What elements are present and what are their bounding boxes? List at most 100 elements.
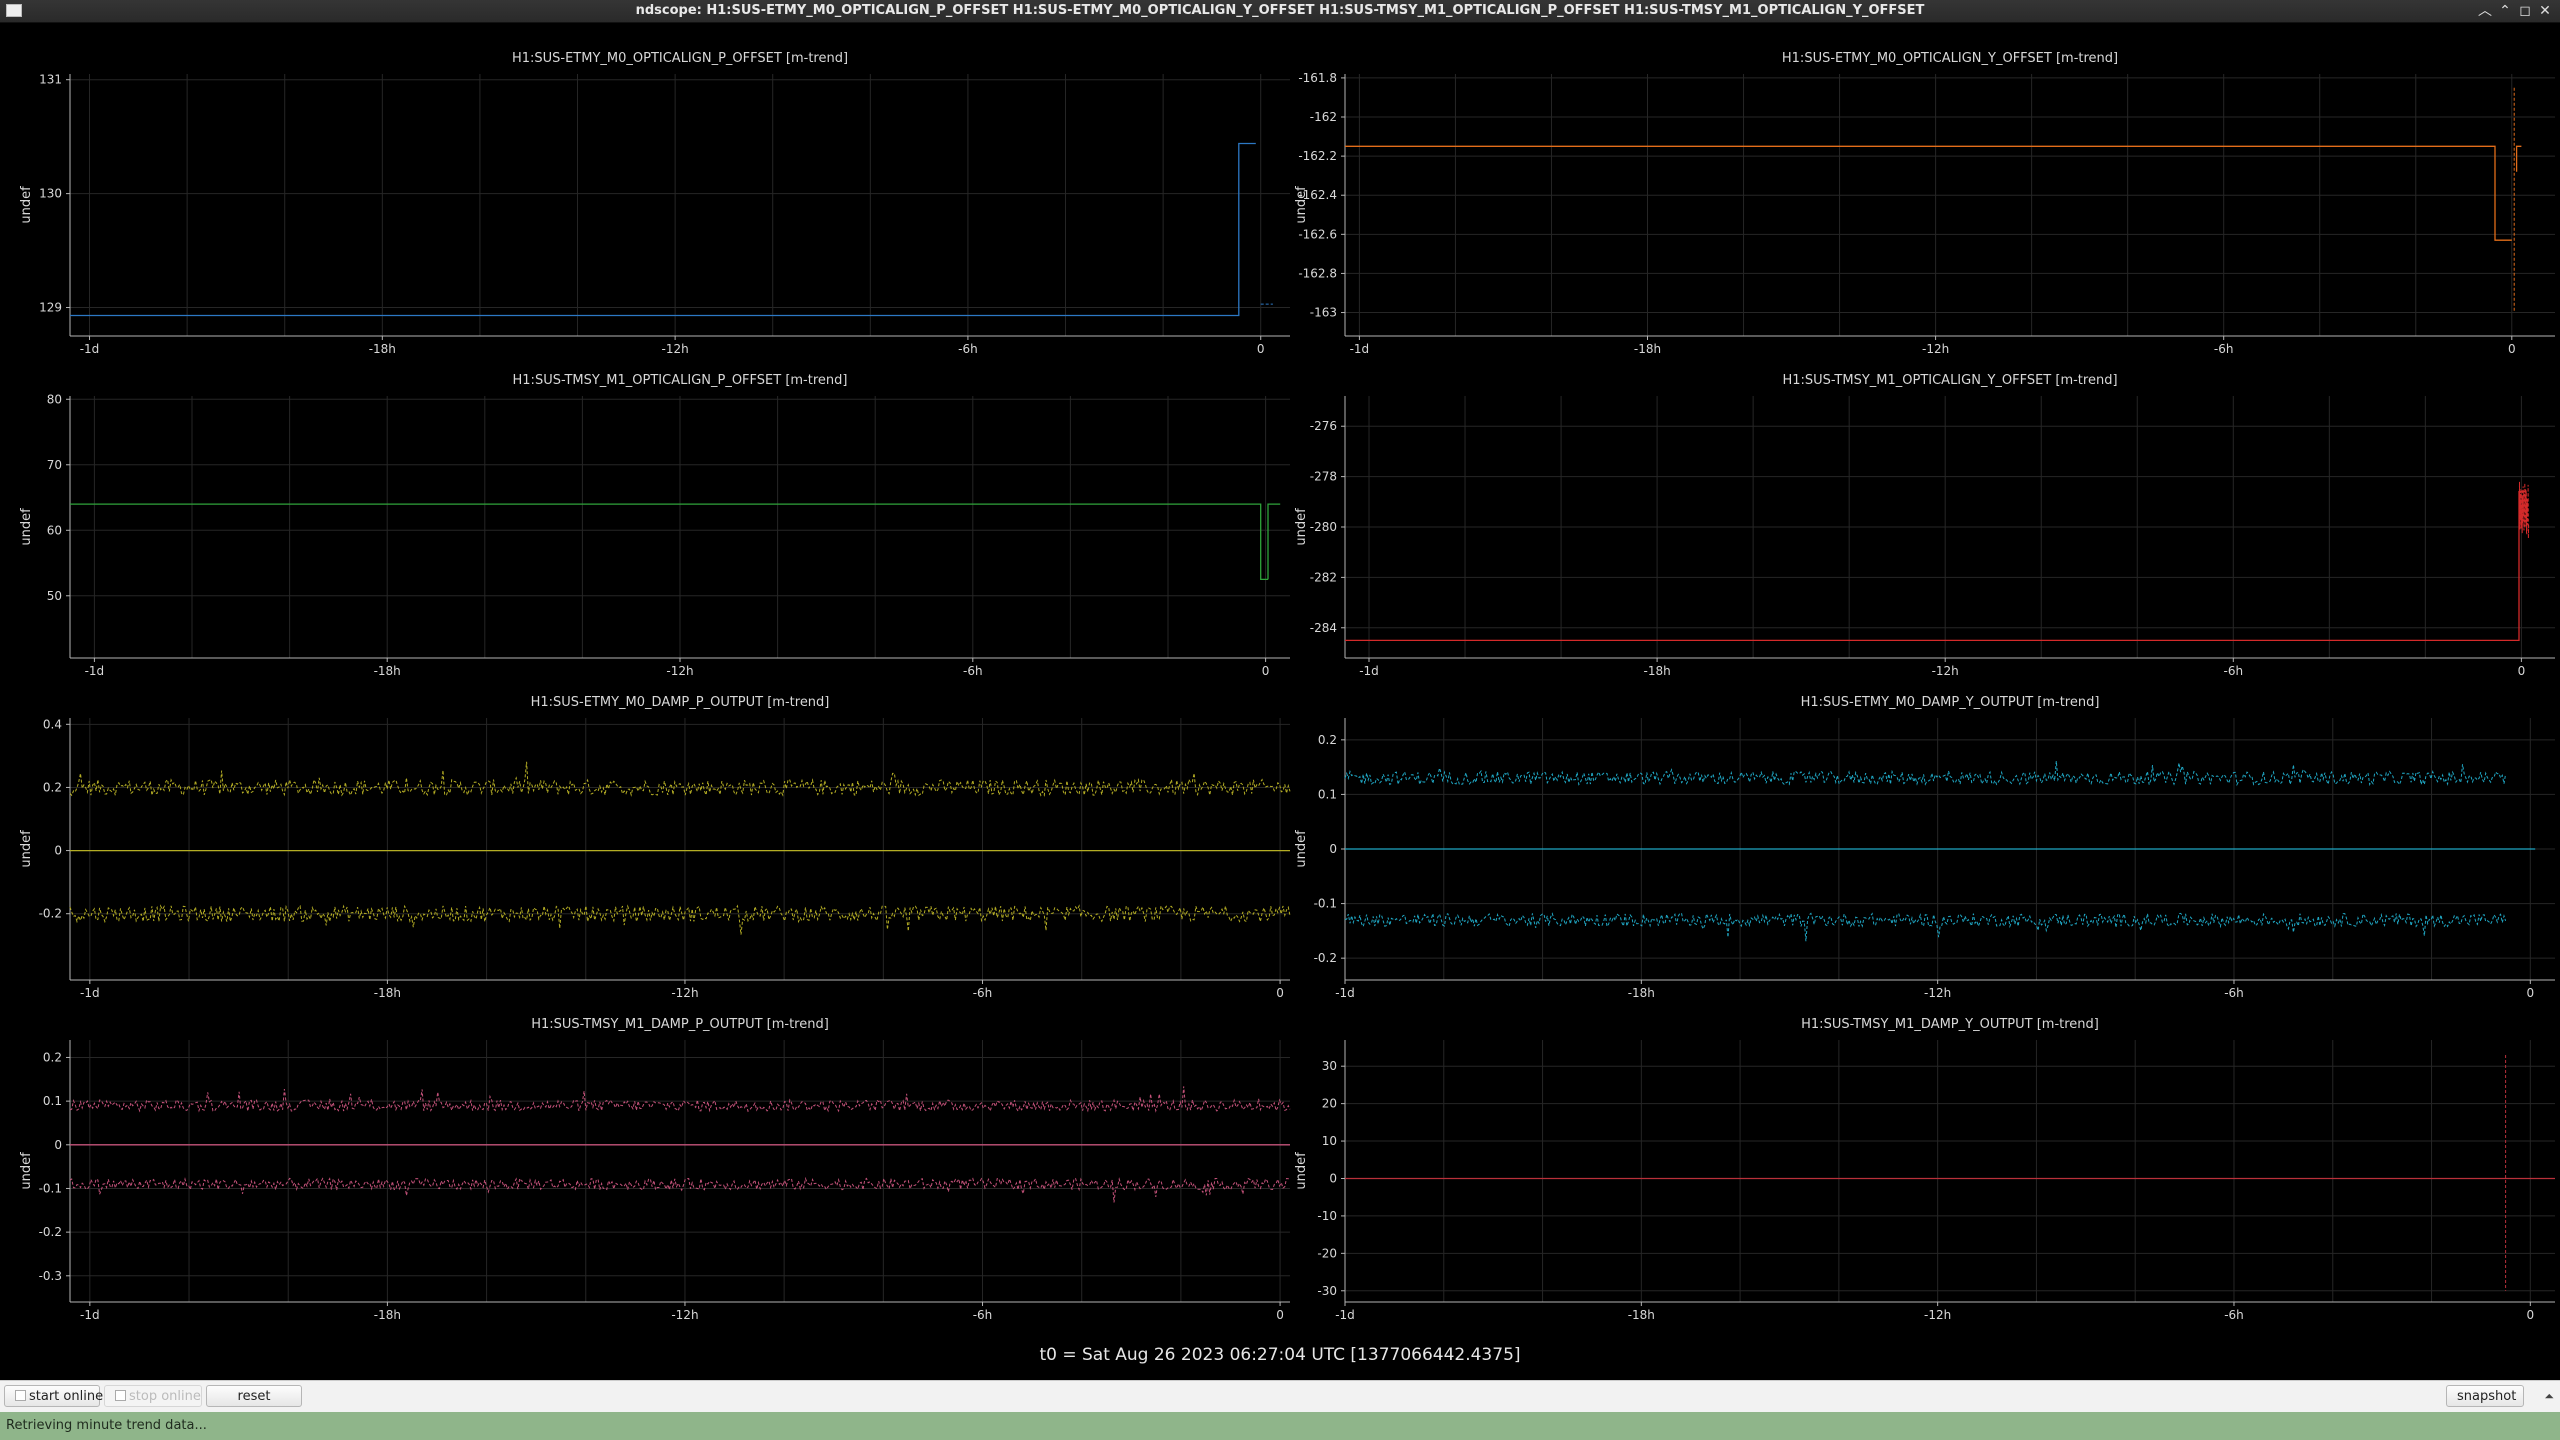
y-tick-label: 0 (54, 1138, 62, 1152)
y-tick-label: 0.4 (43, 717, 62, 731)
plot-title: H1:SUS-ETMY_M0_OPTICALIGN_P_OFFSET [m-tr… (512, 51, 848, 66)
y-tick-label: -20 (1317, 1246, 1337, 1260)
status-bar: Retrieving minute trend data... (0, 1412, 2560, 1440)
y-tick-label: -280 (1310, 520, 1337, 534)
x-tick-label: -6h (2224, 986, 2244, 1000)
x-tick-label: -18h (369, 342, 396, 356)
start-online-button[interactable]: start online (4, 1385, 104, 1407)
scroll-up-icon[interactable]: ⏶ (2544, 1389, 2554, 1404)
y-tick-label: -0.2 (1314, 951, 1337, 965)
series-line (69, 1176, 1291, 1203)
x-tick-label: -12h (1922, 342, 1949, 356)
x-tick-label: -12h (671, 1308, 698, 1322)
close-button[interactable]: ✕ (2536, 2, 2554, 20)
y-tick-label: 0.2 (43, 1050, 62, 1064)
x-tick-label: 0 (1262, 664, 1270, 678)
y-axis-label: undef (19, 1152, 34, 1190)
window-titlebar: ndscope: H1:SUS-ETMY_M0_OPTICALIGN_P_OFF… (0, 0, 2560, 23)
x-tick-label: -12h (671, 986, 698, 1000)
x-tick-label: 0 (2526, 986, 2534, 1000)
y-axis-label: undef (1294, 508, 1309, 546)
x-tick-label: -1d (1350, 342, 1370, 356)
plot-panel: H1:SUS-TMSY_M1_OPTICALIGN_Y_OFFSET [m-tr… (1294, 373, 2555, 678)
plot-panel: H1:SUS-ETMY_M0_DAMP_Y_OUTPUT [m-trend] un… (1294, 695, 2555, 1000)
series-line (1345, 491, 2527, 642)
maximize-button[interactable]: ◻ (2516, 2, 2534, 20)
y-tick-label: 60 (47, 523, 62, 537)
y-tick-label: -162.2 (1298, 149, 1337, 163)
x-tick-label: -1d (80, 1308, 100, 1322)
y-tick-label: 0.1 (1318, 787, 1337, 801)
y-tick-label: -282 (1310, 570, 1337, 584)
x-tick-label: -12h (1932, 664, 1959, 678)
y-tick-label: -278 (1310, 470, 1337, 484)
y-tick-label: 50 (47, 589, 62, 603)
y-tick-label: -162.4 (1298, 188, 1337, 202)
x-tick-label: -6h (958, 342, 978, 356)
stop-online-button[interactable]: stop online (104, 1385, 202, 1407)
x-tick-label: 0 (2508, 342, 2516, 356)
y-axis-label: undef (19, 508, 34, 546)
plots-canvas: H1:SUS-ETMY_M0_OPTICALIGN_P_OFFSET [m-tr… (19, 51, 2555, 1322)
x-tick-label: -18h (1634, 342, 1661, 356)
x-tick-label: 0 (1276, 1308, 1284, 1322)
x-tick-label: -18h (1628, 986, 1655, 1000)
y-tick-label: 0.2 (1318, 733, 1337, 747)
plot-title: H1:SUS-ETMY_M0_DAMP_Y_OUTPUT [m-trend] (1801, 695, 2100, 710)
series-line (1344, 912, 2507, 942)
shade-button[interactable]: ︿ (2476, 2, 2494, 20)
y-tick-label: -0.2 (39, 1225, 62, 1239)
t0-label: t0 = Sat Aug 26 2023 06:27:04 UTC [13770… (1039, 1345, 1521, 1365)
y-tick-label: -0.1 (1314, 897, 1337, 911)
plot-grid: H1:SUS-ETMY_M0_OPTICALIGN_P_OFFSET [m-tr… (0, 22, 2560, 1370)
x-tick-label: -1d (1335, 986, 1355, 1000)
plot-title: H1:SUS-TMSY_M1_DAMP_Y_OUTPUT [m-trend] (1801, 1017, 2099, 1032)
x-tick-label: -18h (1643, 664, 1670, 678)
x-tick-label: -12h (1924, 1308, 1951, 1322)
series-line (1344, 760, 2507, 787)
y-tick-label: 20 (1322, 1097, 1337, 1111)
x-tick-label: -6h (2224, 664, 2244, 678)
x-tick-label: 0 (1257, 342, 1265, 356)
series-line (69, 1086, 1291, 1113)
y-tick-label: 0 (1329, 1171, 1337, 1185)
x-tick-label: -1d (1359, 664, 1379, 678)
x-tick-label: -6h (2224, 1308, 2244, 1322)
y-axis-label: undef (1294, 1152, 1309, 1190)
start-online-label: start online (29, 1389, 104, 1404)
series-line (70, 142, 1256, 317)
x-tick-label: -6h (973, 1308, 993, 1322)
y-tick-label: 0 (54, 844, 62, 858)
reset-button[interactable]: reset (206, 1385, 302, 1407)
y-tick-label: -162.6 (1298, 227, 1337, 241)
y-tick-label: 30 (1322, 1059, 1337, 1073)
series-line (2518, 481, 2530, 539)
y-tick-label: -0.2 (39, 907, 62, 921)
y-tick-label: -284 (1310, 621, 1337, 635)
y-tick-label: -161.8 (1298, 71, 1337, 85)
plot-title: H1:SUS-ETMY_M0_OPTICALIGN_Y_OFFSET [m-tr… (1782, 51, 2118, 66)
x-tick-label: -18h (1628, 1308, 1655, 1322)
x-tick-label: -12h (662, 342, 689, 356)
series-line (69, 761, 1291, 797)
y-axis-label: undef (19, 830, 34, 868)
plot-panel: H1:SUS-ETMY_M0_DAMP_P_OUTPUT [m-trend] un… (19, 695, 1291, 1000)
stop-online-label: stop online (129, 1389, 201, 1404)
x-tick-label: -18h (374, 986, 401, 1000)
y-tick-label: 131 (39, 73, 62, 87)
y-tick-label: 0.2 (43, 780, 62, 794)
plot-title: H1:SUS-TMSY_M1_OPTICALIGN_Y_OFFSET [m-tr… (1782, 373, 2117, 388)
y-tick-label: -162.8 (1298, 266, 1337, 280)
minimize-button[interactable]: ⌃ (2496, 2, 2514, 20)
y-tick-label: -163 (1310, 306, 1337, 320)
y-tick-label: 129 (39, 301, 62, 315)
snapshot-button[interactable]: snapshot (2446, 1385, 2524, 1407)
y-tick-label: 80 (47, 392, 62, 406)
y-tick-label: 0 (1329, 842, 1337, 856)
x-tick-label: 0 (1276, 986, 1284, 1000)
series-line (70, 503, 1268, 581)
y-tick-label: 130 (39, 187, 62, 201)
y-tick-label: -0.3 (39, 1269, 62, 1283)
plot-panel: H1:SUS-TMSY_M1_DAMP_Y_OUTPUT [m-trend] un… (1294, 1017, 2555, 1322)
x-tick-label: -18h (374, 1308, 401, 1322)
